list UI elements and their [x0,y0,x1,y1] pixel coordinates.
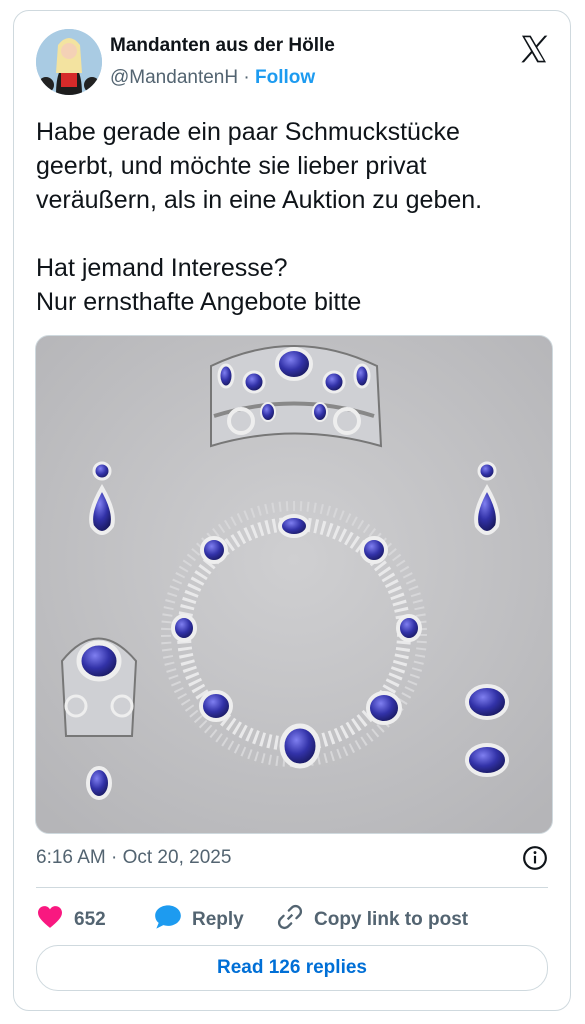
read-replies-button[interactable]: Read 126 replies [36,945,548,991]
reply-button[interactable]: Reply [154,903,244,937]
post-card: Mandanten aus der Hölle @MandantenH · Fo… [13,10,571,1011]
post-text: Habe gerade ein paar Schmuckstücke geerb… [36,115,556,319]
heart-icon [36,905,74,935]
copy-link-button[interactable]: Copy link to post [276,903,468,937]
post-timestamp[interactable]: 6:16 AM · Oct 20, 2025 [36,847,231,869]
tiara [210,345,383,448]
copy-link-label: Copy link to post [314,909,469,930]
like-count: 652 [74,909,106,930]
action-bar: 652 Reply Copy link to post [36,903,536,937]
divider [36,887,548,888]
post-line: Habe gerade ein paar Schmuckstücke [36,118,460,146]
reply-bubble-icon [154,904,192,936]
post-image[interactable] [35,335,553,834]
x-logo-icon[interactable] [518,33,550,65]
info-icon[interactable] [522,845,548,871]
post-line: Nur ernsthafte Angebote bitte [36,288,362,316]
like-button[interactable]: 652 [36,903,106,937]
post-line: veräußern, als in eine Auktion zu geben. [36,186,483,214]
author-handle-row: @MandantenH · Follow [110,67,315,89]
link-icon [276,903,314,937]
follow-button[interactable]: Follow [255,67,315,88]
author-name[interactable]: Mandanten aus der Hölle [110,35,335,57]
author-handle[interactable]: @MandantenH [110,67,238,88]
post-line: geerbt, und möchte sie lieber privat [36,152,427,180]
post-line: Hat jemand Interesse? [36,254,288,282]
separator: · [243,67,250,88]
avatar[interactable] [36,29,102,95]
reply-label: Reply [192,909,244,930]
